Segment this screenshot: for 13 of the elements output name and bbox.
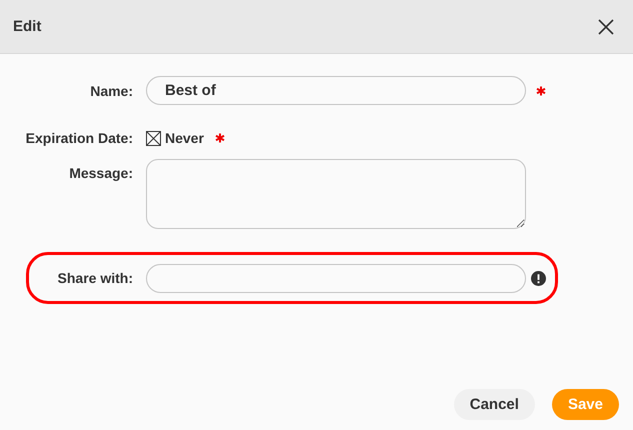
checkbox[interactable]	[146, 130, 161, 146]
field-label: Name:	[89, 82, 133, 98]
field-label: Message:	[68, 165, 133, 181]
close-icon[interactable]	[598, 18, 614, 34]
field-label: Expiration Date:	[24, 130, 133, 146]
alert-icon[interactable]	[531, 270, 546, 286]
input-field[interactable]	[146, 264, 526, 292]
checkbox-label: Never	[165, 130, 204, 146]
field-label: Share with:	[56, 270, 133, 286]
input-field[interactable]: Best of	[146, 76, 526, 105]
cancel-button[interactable]: Cancel	[454, 389, 535, 420]
window-title: Edit	[13, 18, 42, 35]
message-field[interactable]	[146, 159, 526, 229]
